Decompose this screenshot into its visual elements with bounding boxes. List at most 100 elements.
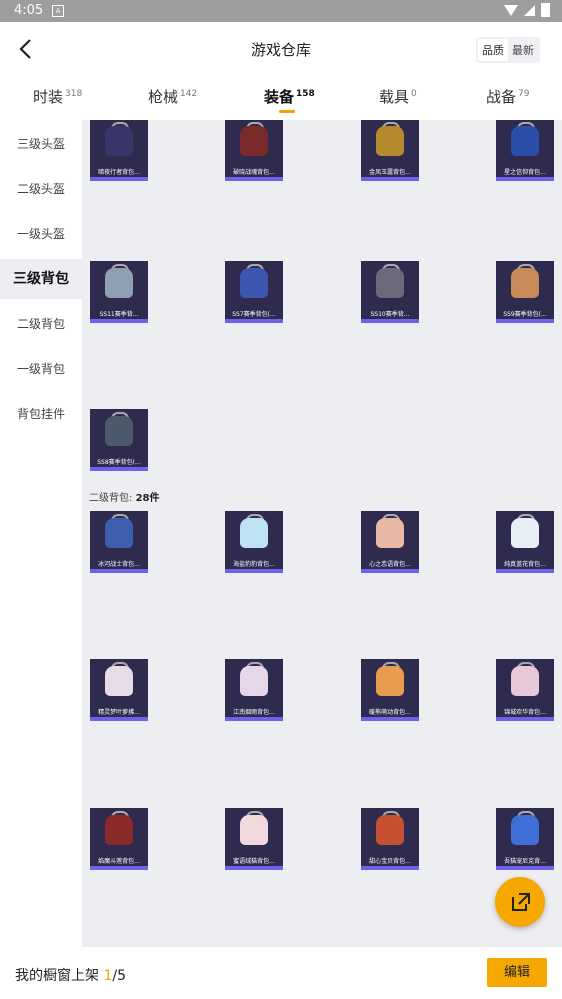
item-card[interactable]: 焰魔斗莲背包... bbox=[90, 808, 148, 870]
backpack-icon bbox=[105, 268, 133, 298]
item-card[interactable]: SS11赛季背... bbox=[90, 261, 148, 323]
item-label: 暖熊萌动背包... bbox=[369, 709, 411, 716]
status-time: 4:05 bbox=[14, 3, 44, 18]
item-grid: 暗夜行者背包... 破晓战魂背包... 金凤玉露背包... 星之信仰背包... … bbox=[82, 120, 562, 947]
backpack-icon bbox=[376, 126, 404, 156]
tab-count: 0 bbox=[411, 89, 417, 99]
header: 游戏仓库 品质 最新 bbox=[0, 22, 562, 76]
item-card[interactable]: 海盐豹豹背包... bbox=[225, 511, 283, 573]
tab-count: 142 bbox=[180, 89, 198, 99]
item-label: 心之恋语背包... bbox=[369, 561, 411, 568]
tab-label: 装备 bbox=[264, 88, 295, 106]
sidebar-item-backpack-2[interactable]: 二级背包 bbox=[0, 304, 82, 344]
backpack-icon bbox=[376, 268, 404, 298]
sidebar-item-helmet-3[interactable]: 三级头盔 bbox=[0, 124, 82, 164]
category-tabs: 时装 318 枪械 142 装备 158 载具 0 战备 79 bbox=[0, 76, 562, 120]
backpack-icon bbox=[376, 518, 404, 548]
item-card[interactable]: 金凤玉露背包... bbox=[361, 120, 419, 181]
item-label: 精灵梦叶萝拂... bbox=[98, 709, 140, 716]
backpack-icon bbox=[511, 815, 539, 845]
item-label: 甜心宝贝背包... bbox=[369, 858, 411, 865]
backpack-icon bbox=[240, 518, 268, 548]
item-card[interactable]: SS7赛季背包(... bbox=[225, 261, 283, 323]
tab-equipment[interactable]: 装备 158 bbox=[264, 86, 315, 107]
item-card[interactable]: 吾猫宠尼克背... bbox=[496, 808, 554, 870]
showcase-status: 我的橱窗上架 1/5 bbox=[15, 965, 126, 985]
sidebar-item-backpack-pendant[interactable]: 背包挂件 bbox=[0, 394, 82, 434]
item-label: 江南烟雨背包... bbox=[233, 709, 275, 716]
external-link-icon bbox=[512, 893, 530, 911]
item-label: 纯真蓝花背包... bbox=[504, 561, 546, 568]
sidebar-item-backpack-3[interactable]: 三级背包 bbox=[0, 259, 82, 299]
item-label: 海盐豹豹背包... bbox=[233, 561, 275, 568]
status-bar: 4:05 A bbox=[0, 0, 562, 22]
section-title-label: 二级背包: bbox=[89, 493, 133, 504]
signal-icon bbox=[524, 4, 535, 16]
showcase-total: /5 bbox=[112, 968, 126, 984]
sidebar-item-helmet-1[interactable]: 一级头盔 bbox=[0, 214, 82, 254]
sidebar: 三级头盔 二级头盔 一级头盔 三级背包 二级背包 一级背包 背包挂件 bbox=[0, 120, 82, 947]
item-card[interactable]: 心之恋语背包... bbox=[361, 511, 419, 573]
item-card[interactable]: 冰河战士背包... bbox=[90, 511, 148, 573]
battery-icon bbox=[541, 3, 550, 17]
backpack-icon bbox=[105, 815, 133, 845]
item-card[interactable]: SS8赛季背包(... bbox=[90, 409, 148, 471]
tab-fashion[interactable]: 时装 318 bbox=[33, 86, 82, 107]
tab-count: 318 bbox=[65, 89, 83, 99]
item-card[interactable]: 甜心宝贝背包... bbox=[361, 808, 419, 870]
item-label: 冰河战士背包... bbox=[98, 561, 140, 568]
item-card[interactable]: 蜜语绒猫背包... bbox=[225, 808, 283, 870]
item-label: SS10赛季背... bbox=[370, 311, 410, 318]
backpack-icon bbox=[240, 815, 268, 845]
item-label: SS11赛季背... bbox=[99, 311, 139, 318]
section-count: 28件 bbox=[135, 493, 160, 504]
tab-vehicles[interactable]: 载具 0 bbox=[379, 86, 417, 107]
item-label: 金凤玉露背包... bbox=[369, 169, 411, 176]
backpack-icon bbox=[376, 666, 404, 696]
backpack-icon bbox=[105, 416, 133, 446]
item-card[interactable]: 精灵梦叶萝拂... bbox=[90, 659, 148, 721]
item-card[interactable]: 破晓战魂背包... bbox=[225, 120, 283, 181]
item-label: SS8赛季背包(... bbox=[97, 459, 141, 466]
backpack-icon bbox=[105, 666, 133, 696]
tab-count: 79 bbox=[518, 89, 530, 99]
item-label: SS9赛季背包(... bbox=[503, 311, 547, 318]
item-card[interactable]: 锦城欢华背包... bbox=[496, 659, 554, 721]
item-label: 破晓战魂背包... bbox=[233, 169, 275, 176]
item-label: 蜜语绒猫背包... bbox=[233, 858, 275, 865]
backpack-icon bbox=[511, 268, 539, 298]
backpack-icon bbox=[511, 666, 539, 696]
sort-quality-button[interactable]: 品质 bbox=[478, 39, 508, 61]
sort-newest-button[interactable]: 最新 bbox=[508, 39, 538, 61]
sidebar-item-helmet-2[interactable]: 二级头盔 bbox=[0, 169, 82, 209]
item-card[interactable]: SS9赛季背包(... bbox=[496, 261, 554, 323]
section-title: 二级背包: 28件 bbox=[89, 489, 159, 504]
sidebar-item-backpack-1[interactable]: 一级背包 bbox=[0, 349, 82, 389]
item-card[interactable]: 江南烟雨背包... bbox=[225, 659, 283, 721]
backpack-icon bbox=[376, 815, 404, 845]
item-card[interactable]: 暗夜行者背包... bbox=[90, 120, 148, 181]
backpack-icon bbox=[105, 518, 133, 548]
item-label: 锦城欢华背包... bbox=[504, 709, 546, 716]
sort-toggle: 品质 最新 bbox=[476, 37, 540, 63]
item-label: 星之信仰背包... bbox=[504, 169, 546, 176]
edit-button[interactable]: 编辑 bbox=[487, 958, 547, 987]
item-card[interactable]: 纯真蓝花背包... bbox=[496, 511, 554, 573]
bottom-bar: 我的橱窗上架 1/5 编辑 bbox=[0, 947, 562, 999]
notification-icon: A bbox=[52, 5, 64, 17]
item-card[interactable]: 星之信仰背包... bbox=[496, 120, 554, 181]
status-icons bbox=[504, 3, 550, 17]
tab-label: 时装 bbox=[33, 88, 64, 106]
backpack-icon bbox=[240, 268, 268, 298]
backpack-icon bbox=[240, 666, 268, 696]
share-button[interactable] bbox=[495, 877, 545, 927]
tab-supplies[interactable]: 战备 79 bbox=[486, 86, 529, 107]
item-card[interactable]: SS10赛季背... bbox=[361, 261, 419, 323]
showcase-label: 我的橱窗上架 bbox=[15, 968, 99, 984]
item-label: SS7赛季背包(... bbox=[232, 311, 276, 318]
backpack-icon bbox=[511, 126, 539, 156]
item-label: 吾猫宠尼克背... bbox=[504, 858, 546, 865]
item-label: 暗夜行者背包... bbox=[98, 169, 140, 176]
item-card[interactable]: 暖熊萌动背包... bbox=[361, 659, 419, 721]
tab-weapons[interactable]: 枪械 142 bbox=[148, 86, 197, 107]
